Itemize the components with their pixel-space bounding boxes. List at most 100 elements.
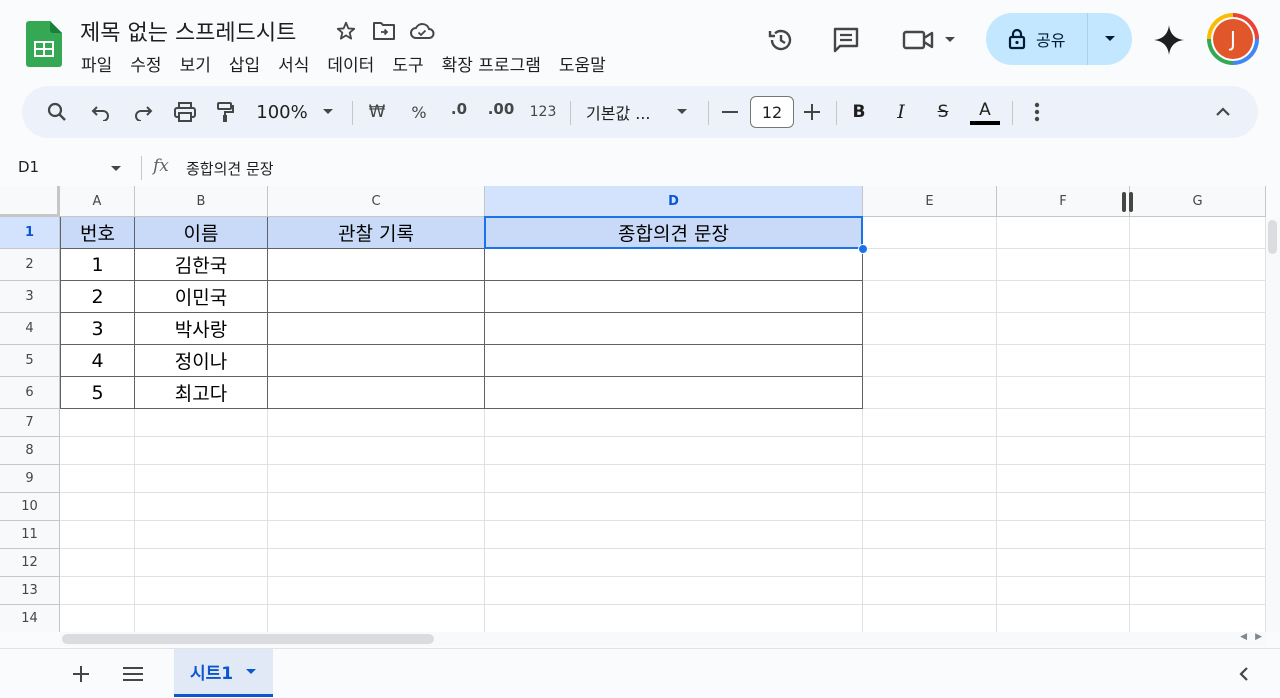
menu-data[interactable]: 데이터 — [327, 51, 383, 76]
cell-b14[interactable] — [135, 605, 268, 632]
cell-a6[interactable]: 5 — [60, 377, 135, 409]
cell-f4[interactable] — [997, 313, 1130, 345]
cell-e9[interactable] — [863, 465, 997, 493]
cell-f5[interactable] — [997, 345, 1130, 377]
cell-b13[interactable] — [135, 577, 268, 605]
cell-c6[interactable] — [268, 377, 485, 409]
cell-d7[interactable] — [485, 409, 863, 437]
cell-f7[interactable] — [997, 409, 1130, 437]
menu-file[interactable]: 파일 — [81, 51, 121, 76]
zoom-caret-icon[interactable] — [320, 86, 336, 138]
currency-format-button[interactable]: ₩ — [362, 86, 392, 138]
cell-c7[interactable] — [268, 409, 485, 437]
share-dropdown[interactable] — [1088, 35, 1132, 43]
cell-f13[interactable] — [997, 577, 1130, 605]
scroll-right-icon[interactable]: ▶ — [1255, 632, 1262, 642]
cell-b5[interactable]: 정이나 — [135, 345, 268, 377]
cell-d12[interactable] — [485, 549, 863, 577]
cell-c1[interactable]: 관찰 기록 — [268, 217, 485, 249]
bold-button[interactable]: B — [844, 86, 874, 138]
italic-button[interactable]: I — [886, 86, 916, 138]
cell-c5[interactable] — [268, 345, 485, 377]
cell-d6[interactable] — [485, 377, 863, 409]
cell-g1[interactable] — [1130, 217, 1266, 249]
cell-a3[interactable]: 2 — [60, 281, 135, 313]
row-header-12[interactable]: 12 — [0, 549, 60, 577]
row-header-13[interactable]: 13 — [0, 577, 60, 605]
column-header-f[interactable]: F — [997, 186, 1130, 217]
cell-a7[interactable] — [60, 409, 135, 437]
column-header-e[interactable]: E — [863, 186, 997, 217]
menu-view[interactable]: 보기 — [180, 51, 220, 76]
menu-format[interactable]: 서식 — [278, 51, 318, 76]
cell-e2[interactable] — [863, 249, 997, 281]
cell-f12[interactable] — [997, 549, 1130, 577]
row-header-7[interactable]: 7 — [0, 409, 60, 437]
column-header-c[interactable]: C — [268, 186, 485, 217]
row-header-2[interactable]: 2 — [0, 249, 60, 281]
font-caret-icon[interactable] — [674, 86, 690, 138]
cell-c9[interactable] — [268, 465, 485, 493]
sheet-tab-1[interactable]: 시트1 — [174, 649, 273, 697]
menu-help[interactable]: 도움말 — [559, 51, 615, 76]
cell-d4[interactable] — [485, 313, 863, 345]
cell-d8[interactable] — [485, 437, 863, 465]
cell-d2[interactable] — [485, 249, 863, 281]
column-header-b[interactable]: B — [135, 186, 268, 217]
row-header-8[interactable]: 8 — [0, 437, 60, 465]
cell-e6[interactable] — [863, 377, 997, 409]
paint-format-icon[interactable] — [210, 86, 240, 138]
cell-a13[interactable] — [60, 577, 135, 605]
cell-d9[interactable] — [485, 465, 863, 493]
column-resize-handle[interactable] — [1122, 192, 1134, 212]
cell-e4[interactable] — [863, 313, 997, 345]
font-size-input[interactable]: 12 — [750, 96, 794, 128]
cell-b6[interactable]: 최고다 — [135, 377, 268, 409]
cell-b1[interactable]: 이름 — [135, 217, 268, 249]
gemini-icon[interactable] — [1151, 22, 1187, 58]
column-header-d[interactable]: D — [485, 186, 863, 217]
cell-b3[interactable]: 이민국 — [135, 281, 268, 313]
cell-b2[interactable]: 김한국 — [135, 249, 268, 281]
sheet-tab-caret-icon[interactable] — [245, 668, 257, 676]
cell-c3[interactable] — [268, 281, 485, 313]
cell-f14[interactable] — [997, 605, 1130, 632]
cell-c14[interactable] — [268, 605, 485, 632]
print-icon[interactable] — [170, 86, 200, 138]
cell-d1[interactable]: 종합의견 문장 — [485, 217, 863, 249]
text-color-button[interactable]: A — [968, 86, 1002, 138]
row-header-6[interactable]: 6 — [0, 377, 60, 409]
fill-handle[interactable] — [858, 244, 868, 254]
scroll-left-icon[interactable]: ◀ — [1240, 632, 1247, 642]
column-header-g[interactable]: G — [1130, 186, 1266, 217]
cell-b12[interactable] — [135, 549, 268, 577]
cell-g3[interactable] — [1130, 281, 1266, 313]
all-sheets-button[interactable] — [118, 659, 148, 689]
zoom-select[interactable]: 100% — [254, 86, 310, 138]
cell-e10[interactable] — [863, 493, 997, 521]
row-header-3[interactable]: 3 — [0, 281, 60, 313]
search-menus-icon[interactable] — [42, 86, 72, 138]
cell-f10[interactable] — [997, 493, 1130, 521]
font-family-select[interactable]: 기본값 ... — [586, 86, 662, 138]
cell-d3[interactable] — [485, 281, 863, 313]
vertical-scroll-thumb[interactable] — [1268, 220, 1277, 254]
cell-c4[interactable] — [268, 313, 485, 345]
menu-extensions[interactable]: 확장 프로그램 — [442, 51, 550, 76]
star-icon[interactable] — [332, 17, 360, 45]
cell-g9[interactable] — [1130, 465, 1266, 493]
percent-format-button[interactable]: % — [404, 86, 434, 138]
select-all-corner[interactable] — [0, 186, 60, 217]
more-options-icon[interactable] — [1022, 86, 1052, 138]
decrease-decimal-button[interactable]: .0 — [444, 86, 474, 138]
comments-icon[interactable] — [830, 24, 862, 56]
cell-f6[interactable] — [997, 377, 1130, 409]
cell-a12[interactable] — [60, 549, 135, 577]
explore-toggle-icon[interactable] — [1229, 659, 1259, 689]
cell-a4[interactable]: 3 — [60, 313, 135, 345]
cell-g12[interactable] — [1130, 549, 1266, 577]
cell-b7[interactable] — [135, 409, 268, 437]
collapse-toolbar-icon[interactable] — [1208, 86, 1238, 138]
cell-d11[interactable] — [485, 521, 863, 549]
cell-a9[interactable] — [60, 465, 135, 493]
